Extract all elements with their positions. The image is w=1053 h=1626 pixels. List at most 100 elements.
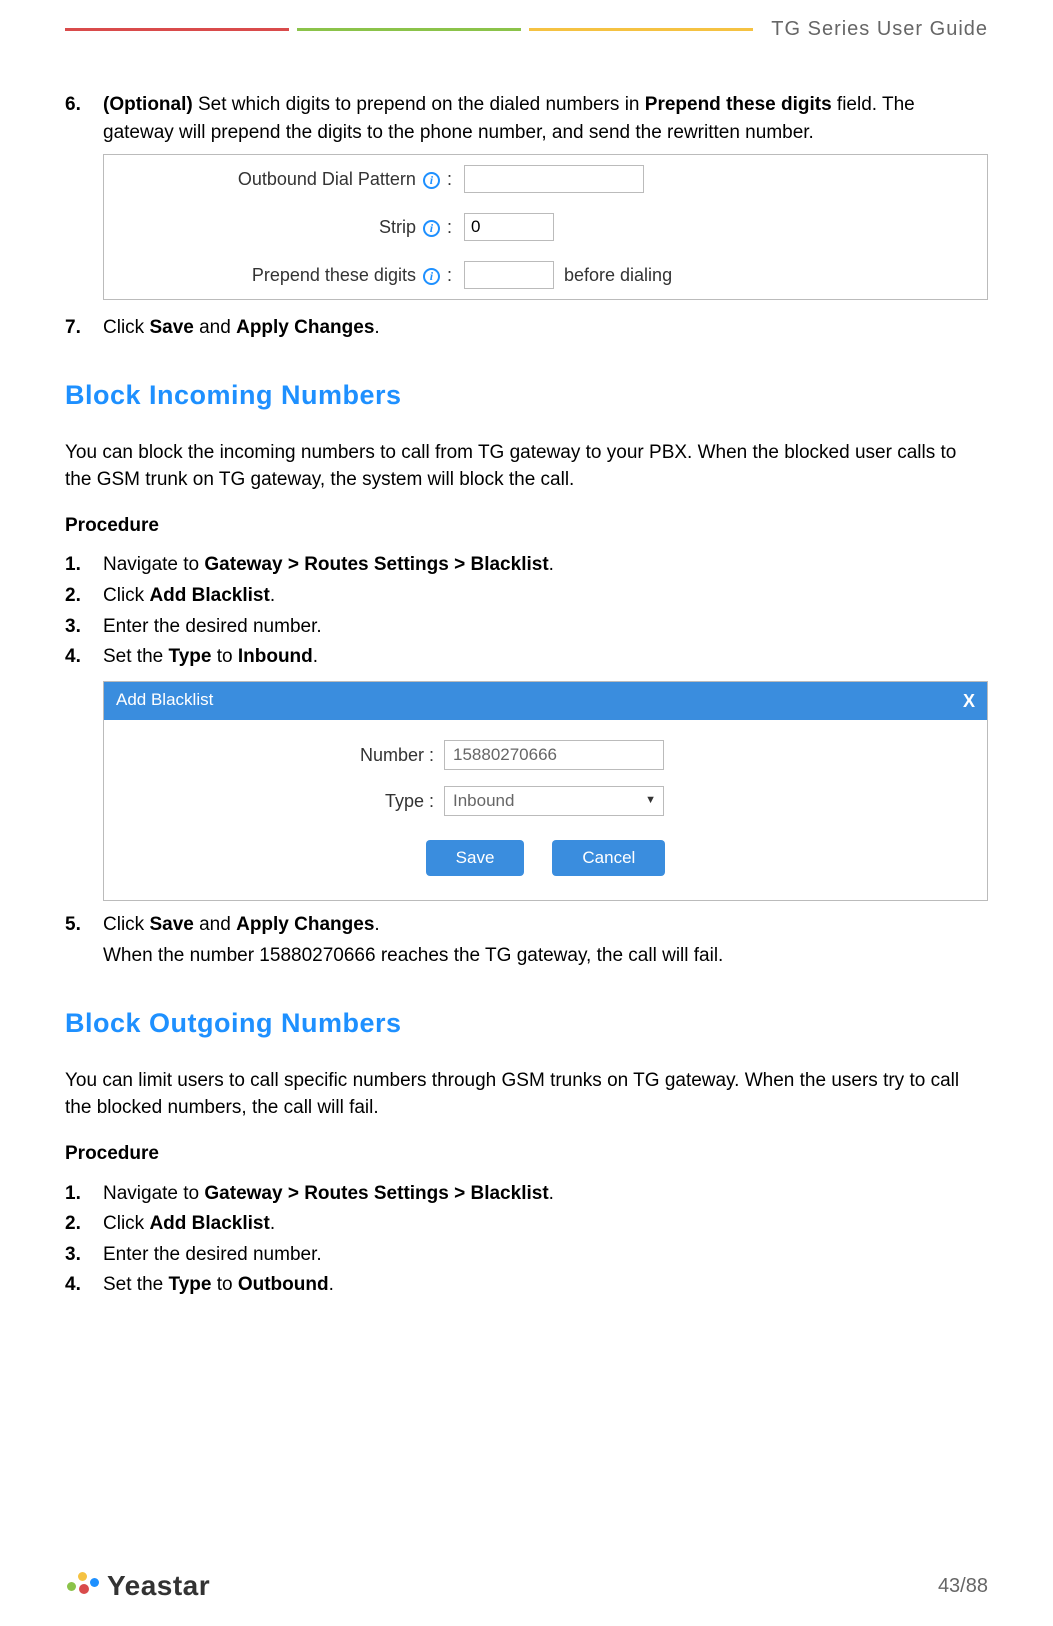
dialog-buttons: Save Cancel [104,824,987,894]
page: TG Series User Guide 6. (Optional) Set w… [0,0,1053,1299]
field-label: Outbound Dial Pattern i : [118,166,458,192]
type-select[interactable] [444,786,664,816]
step-body: Click Add Blacklist. [103,1210,988,1238]
field: Type [169,646,212,667]
section-intro: You can limit users to call specific num… [65,1067,988,1122]
dialog-header: Add Blacklist X [104,682,987,720]
number-input[interactable] [444,740,664,770]
dialog-title: Add Blacklist [116,688,213,713]
step-body: Enter the desired number. [103,613,988,641]
page-number: 43/88 [938,1575,988,1598]
text: Navigate to [103,554,204,575]
brand-logo: Yeastar [65,1568,210,1604]
after-text: before dialing [564,262,672,288]
save-label: Save [149,317,193,338]
text: . [329,1274,334,1295]
text: . [549,1183,554,1204]
optional-label: (Optional) [103,94,193,115]
step-number: 7. [65,314,103,342]
field: Type [169,1274,212,1295]
rule-red [65,28,289,31]
info-icon[interactable]: i [423,220,440,237]
value: Inbound [238,646,313,667]
prepend-input[interactable] [464,261,554,289]
outbound-dial-pattern-row: Outbound Dial Pattern i : [104,155,987,203]
text: . [549,554,554,575]
step-body: Set the Type to Outbound. [103,1271,988,1299]
step-number: 3. [65,613,103,641]
step-body: Navigate to Gateway > Routes Settings > … [103,1180,988,1208]
step-note: When the number 15880270666 reaches the … [103,942,988,970]
step-number: 1. [65,1180,103,1208]
cancel-button[interactable]: Cancel [552,840,665,876]
type-label: Type : [104,788,444,814]
step-number: 3. [65,1241,103,1269]
colon: : [447,265,452,285]
text: . [270,1213,275,1234]
text: and [194,317,236,338]
apply-label: Apply Changes [236,317,374,338]
step-body: Click Save and Apply Changes. When the n… [103,911,988,970]
value: Outbound [238,1274,329,1295]
text: Set the [103,1274,169,1295]
info-icon[interactable]: i [423,268,440,285]
step-6: 6. (Optional) Set which digits to prepen… [65,91,988,146]
type-select-wrap: ▼ [444,786,664,816]
proc-step-1: 1. Navigate to Gateway > Routes Settings… [65,551,988,579]
text: Set the [103,646,169,667]
procedure-list-2: 1. Navigate to Gateway > Routes Settings… [65,1180,988,1299]
rule-yellow [529,28,753,31]
field-label: Strip i : [118,214,458,240]
content: 6. (Optional) Set which digits to prepen… [65,41,988,1299]
footer: Yeastar 43/88 [65,1568,988,1604]
text: . [374,317,379,338]
prepend-row: Prepend these digits i : before dialing [104,251,987,299]
step-number: 2. [65,582,103,610]
text: Click [103,914,149,935]
procedure-heading: Procedure [65,1140,988,1168]
section-block-incoming: Block Incoming Numbers [65,376,988,415]
proc2-step-2: 2. Click Add Blacklist. [65,1210,988,1238]
procedure-list: 1. Navigate to Gateway > Routes Settings… [65,551,988,670]
close-icon[interactable]: X [963,688,975,714]
header-title: TG Series User Guide [771,18,988,41]
outbound-dial-pattern-input[interactable] [464,165,644,193]
colon: : [447,169,452,189]
step-number: 4. [65,1271,103,1299]
proc2-step-3: 3. Enter the desired number. [65,1241,988,1269]
text: to [211,646,237,667]
text: Click [103,1213,149,1234]
proc-step-4: 4. Set the Type to Inbound. [65,643,988,671]
text: Click [103,585,149,606]
procedure-heading: Procedure [65,512,988,540]
field-label: Prepend these digits i : [118,262,458,288]
nav-path: Gateway > Routes Settings > Blacklist [204,1183,548,1204]
text: . [313,646,318,667]
strip-input[interactable] [464,213,554,241]
step-7: 7. Click Save and Apply Changes. [65,314,988,342]
step-number: 2. [65,1210,103,1238]
proc-step-2: 2. Click Add Blacklist. [65,582,988,610]
step-body: Navigate to Gateway > Routes Settings > … [103,551,988,579]
text: . [270,585,275,606]
text: and [194,914,236,935]
dial-pattern-panel: Outbound Dial Pattern i : Strip i : Prep… [103,154,988,300]
number-row: Number : [104,732,987,778]
step-number: 5. [65,911,103,970]
step-body: Click Save and Apply Changes. [103,314,988,342]
rule-green [297,28,521,31]
label-text: Prepend these digits [252,265,416,285]
proc2-step-4: 4. Set the Type to Outbound. [65,1271,988,1299]
info-icon[interactable]: i [423,172,440,189]
step-body: Set the Type to Inbound. [103,643,988,671]
section-block-outgoing: Block Outgoing Numbers [65,1004,988,1043]
step-number: 1. [65,551,103,579]
proc2-step-1: 1. Navigate to Gateway > Routes Settings… [65,1180,988,1208]
number-label: Number : [104,742,444,768]
action: Add Blacklist [149,585,269,606]
text: to [211,1274,237,1295]
save-label: Save [149,914,193,935]
save-button[interactable]: Save [426,840,525,876]
text: Navigate to [103,1183,204,1204]
section-intro: You can block the incoming numbers to ca… [65,439,988,494]
